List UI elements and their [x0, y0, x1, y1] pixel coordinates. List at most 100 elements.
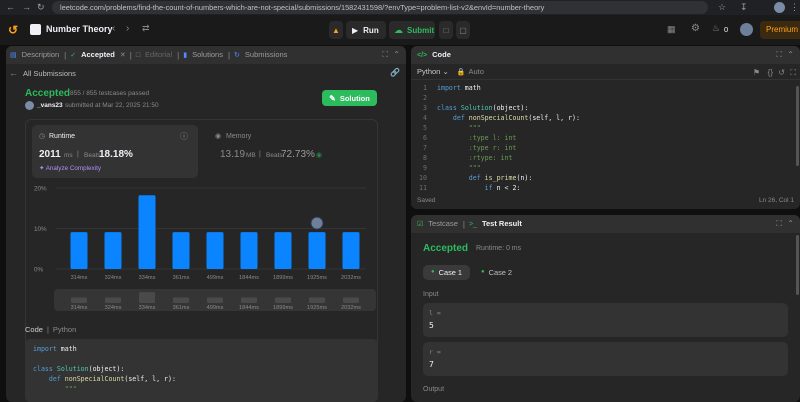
line-text: if n < 2: — [484, 184, 521, 192]
memory-chip-icon: ◉ — [215, 133, 222, 140]
saved-status: Saved — [417, 197, 436, 204]
gear-icon[interactable]: ⚙ — [691, 23, 700, 34]
url-bar[interactable]: leetcode.com/problems/find-the-count-of-… — [52, 1, 708, 14]
run-button[interactable]: ▶ Run — [346, 21, 386, 39]
reset-icon[interactable]: ↺ — [778, 68, 785, 77]
distribution-bar — [104, 232, 122, 269]
tab-editorial[interactable]: Editorial — [140, 46, 177, 64]
download-icon[interactable]: ↧ — [740, 2, 748, 13]
editor-collapse-icon[interactable]: ⌃ — [787, 50, 794, 59]
submitted-code: import math class Solution(object): def … — [33, 344, 370, 394]
result-status: Accepted — [423, 243, 469, 254]
profile-avatar[interactable] — [774, 2, 785, 13]
line-number: 11 — [419, 184, 427, 192]
fullscreen-icon[interactable]: ⛶ — [790, 68, 796, 78]
tab-accepted[interactable]: Accepted — [76, 46, 120, 64]
leetcode-logo-icon[interactable]: ↺ — [8, 23, 18, 37]
tab-test-result[interactable]: Test Result — [477, 215, 527, 233]
line-number: 7 — [423, 144, 427, 152]
tab-solutions[interactable]: Solutions — [187, 46, 228, 64]
code-section-language: Python — [52, 325, 77, 334]
notes-button[interactable]: □ — [439, 21, 453, 39]
prev-problem-icon[interactable]: ‹ — [112, 23, 115, 34]
runtime-value: 2011 — [39, 149, 61, 160]
code-section-header: Code | Python — [25, 325, 77, 334]
autocomplete-mode[interactable]: Auto — [468, 67, 483, 76]
editor-maximize-icon[interactable]: ⛶ — [776, 50, 782, 60]
editor-line: 5 """ — [413, 123, 800, 133]
distribution-bar — [308, 232, 326, 269]
result-collapse-icon[interactable]: ⌃ — [787, 219, 794, 228]
menu-icon[interactable]: ⋮ — [790, 2, 799, 13]
input-r-box: r = 7 — [423, 342, 788, 376]
info-icon[interactable]: ⓘ — [180, 131, 188, 142]
browser-toolbar: ← → ↻ leetcode.com/problems/find-the-cou… — [0, 0, 800, 15]
close-tab-icon[interactable]: ✕ — [120, 51, 126, 59]
line-number: 10 — [419, 174, 427, 182]
whiteboard-icon: ▢ — [459, 25, 467, 35]
maximize-icon[interactable]: ⛶ — [382, 50, 388, 60]
line-text: """ — [437, 164, 481, 172]
premium-button[interactable]: Premium — [760, 21, 800, 39]
overview-tick-label: 499ms — [207, 305, 224, 311]
language-select[interactable]: Python ⌄ — [417, 67, 449, 76]
runtime-card[interactable]: ◷ Runtime ⓘ 2011 ms | Beats 18.18% ✦ Ana… — [32, 125, 198, 178]
tab-description[interactable]: Description — [17, 46, 65, 64]
runtime-label: Runtime — [49, 133, 76, 140]
code-section-label: Code — [25, 325, 43, 334]
case-2-tab[interactable]: ● Case 2 — [473, 265, 520, 280]
collapse-icon[interactable]: ⌃ — [393, 50, 400, 59]
app-header: ↺ Number Theory ‹ › ⇄ ▲ ▶ Run ☁ Submit □… — [0, 15, 800, 45]
format-braces-icon[interactable]: {} — [768, 68, 773, 77]
share-link-icon[interactable]: 🔗 — [390, 68, 400, 77]
x-tick-label: 499ms — [207, 275, 224, 281]
line-text: class Solution(object): — [437, 104, 529, 112]
x-tick-label: 334ms — [139, 275, 156, 281]
tab-submissions[interactable]: Submissions — [240, 46, 293, 64]
code-line: import math — [33, 345, 77, 353]
code-brackets-icon: </> — [417, 51, 428, 59]
memory-card[interactable]: ◉ Memory 13.19 MB | Beats 72.73% ◉ — [208, 125, 374, 178]
submission-username[interactable]: _vans23 — [37, 102, 63, 109]
clock-icon: ◷ — [39, 133, 46, 140]
line-text: :type r: int — [437, 144, 517, 152]
reload-icon[interactable]: ↻ — [37, 2, 45, 13]
result-maximize-icon[interactable]: ⛶ — [776, 219, 782, 229]
back-arrow-icon: ← — [9, 68, 18, 78]
submission-time: submitted at Mar 22, 2025 21:50 — [65, 102, 159, 109]
debug-button[interactable]: ▲ — [329, 21, 343, 39]
overview-tick-label: 1844ms — [239, 305, 259, 311]
tab-code[interactable]: Code — [427, 46, 456, 64]
layout-icon[interactable]: ▦ — [667, 24, 676, 35]
shuffle-icon[interactable]: ⇄ — [142, 23, 150, 34]
case-1-tab[interactable]: ● Case 1 — [423, 265, 471, 280]
x-tick-label: 361ms — [173, 275, 190, 281]
streak-fire-icon[interactable]: ♨ — [712, 23, 720, 34]
editor-code-area[interactable]: 1 import math 2 3 class Solution(object): 4 … — [411, 80, 800, 193]
line-text: import math — [437, 84, 481, 92]
overview-tick-label: 361ms — [173, 305, 190, 311]
editor-scrollbar[interactable] — [796, 86, 799, 166]
solution-button[interactable]: ✎ Solution — [322, 90, 377, 106]
whiteboard-button[interactable]: ▢ — [456, 21, 470, 39]
next-problem-icon[interactable]: › — [126, 23, 129, 34]
tab-testcase[interactable]: Testcase — [423, 215, 463, 233]
back-icon[interactable]: ← — [6, 2, 15, 12]
problem-list-title[interactable]: Number Theory — [46, 24, 113, 34]
bookmark-star-icon[interactable]: ☆ — [718, 2, 726, 13]
case-1-dot-icon: ● — [431, 269, 435, 275]
analyze-complexity-link[interactable]: ✦ Analyze Complexity — [39, 165, 101, 172]
overview-tick-label: 324ms — [105, 305, 122, 311]
user-avatar[interactable] — [740, 23, 753, 36]
submit-button[interactable]: ☁ Submit — [389, 21, 435, 39]
line-number: 3 — [423, 104, 427, 112]
bookmark-icon[interactable]: ⚑ — [753, 68, 760, 77]
forward-icon[interactable]: → — [22, 2, 31, 12]
result-scrollbar[interactable] — [796, 235, 799, 295]
all-submissions-link[interactable]: ← All Submissions — [9, 68, 76, 78]
submitted-code-block[interactable]: import math class Solution(object): def … — [25, 339, 378, 402]
result-runtime: Runtime: 0 ms — [476, 245, 522, 252]
editor-tab-bar: </> Code ⛶ ⌃ — [411, 46, 800, 64]
overview-tick-label: 334ms — [139, 305, 156, 311]
